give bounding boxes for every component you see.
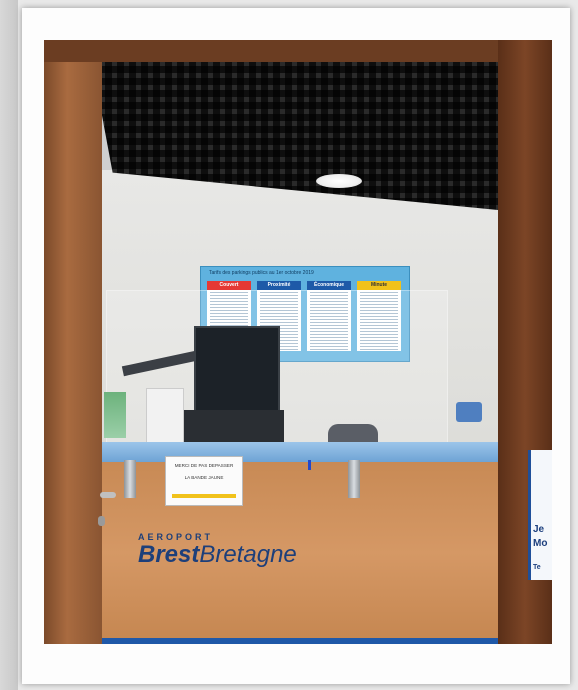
brochure-rack bbox=[104, 392, 126, 438]
logo-wordmark: BrestBretagne bbox=[138, 542, 297, 568]
logo-word-brest: Brest bbox=[138, 541, 200, 568]
blue-marker bbox=[308, 460, 311, 470]
counter-support bbox=[124, 460, 136, 498]
right-side-sign: Je Mo Te bbox=[528, 450, 552, 580]
sign-fragment: Je bbox=[533, 524, 545, 535]
left-adjacent-image-strip bbox=[0, 0, 18, 690]
logo-word-bretagne: Bretagne bbox=[199, 541, 297, 568]
card-reader bbox=[456, 402, 482, 422]
sign-fragment: Mo bbox=[533, 538, 548, 549]
airport-counter-photo: Tarifs des parkings publics au 1er octob… bbox=[44, 40, 552, 644]
counter-top bbox=[102, 442, 498, 462]
ceiling-light bbox=[316, 174, 362, 188]
price-board-title: Tarifs des parkings publics au 1er octob… bbox=[209, 270, 314, 276]
notice-line-1: MERCI DE PAS DEPASSER bbox=[174, 463, 234, 468]
open-door bbox=[44, 40, 102, 644]
monitor bbox=[194, 326, 280, 416]
notice-line-2: LA BANDE JAUNE bbox=[184, 475, 224, 480]
door-handle bbox=[100, 492, 116, 498]
notice-yellow-stripe bbox=[172, 494, 236, 498]
price-column-header: Couvert bbox=[207, 281, 251, 290]
price-column-header: Minute bbox=[357, 281, 401, 290]
price-column-header: Économique bbox=[307, 281, 351, 290]
airport-logo: AEROPORT BrestBretagne bbox=[138, 532, 297, 568]
sign-fragment: Te bbox=[533, 564, 541, 571]
counter-base-stripe bbox=[102, 638, 498, 644]
counter-support bbox=[348, 460, 360, 498]
door-lock bbox=[98, 516, 105, 526]
price-column-header: Proximité bbox=[257, 281, 301, 290]
counter-notice: MERCI DE PAS DEPASSER LA BANDE JAUNE bbox=[165, 456, 243, 506]
door-frame-top bbox=[44, 40, 552, 62]
